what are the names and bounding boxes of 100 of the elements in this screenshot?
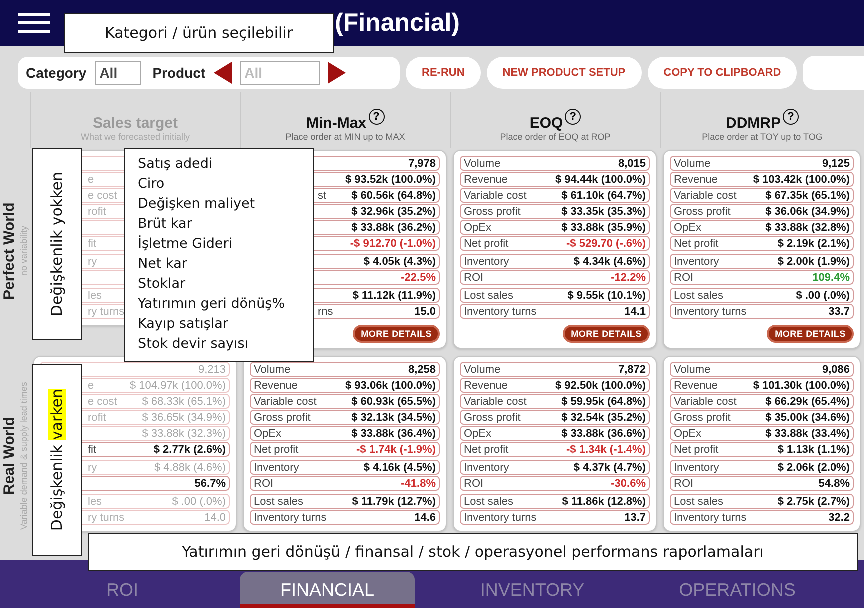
metric-value: $ 61.10k (64.7%)	[562, 190, 646, 202]
metric-value: $ 2.00k (1.9%)	[778, 256, 850, 268]
metric-value: $ 4.34k (4.6%)	[574, 256, 646, 268]
metric-label: ROI	[254, 478, 274, 490]
metric-value: -$ 529.70 (-.6%)	[566, 238, 646, 250]
scenario-title: Perfect World	[1, 202, 18, 300]
metric-label: Inventory	[674, 256, 720, 268]
metric-value: $ 2.77k (2.6%)	[154, 444, 226, 456]
metric-value: 33.7	[828, 306, 850, 318]
toolbar-button[interactable]: COPY TO CLIPBOARD	[648, 57, 798, 89]
more-details-button[interactable]: MORE DETAILS	[353, 325, 440, 343]
metric-name: Kayıp satışlar	[138, 315, 230, 334]
product-field[interactable]: All	[240, 61, 320, 85]
metric-value: 14.0	[204, 512, 226, 524]
metric-value: $ 104.97k (100.0%)	[130, 380, 226, 392]
more-details-button[interactable]: MORE DETAILS	[563, 325, 650, 343]
menu-icon[interactable]	[18, 13, 50, 33]
metric-value: -$ 1.34k (-1.4%)	[566, 444, 646, 456]
metric-value: -41.8%	[401, 478, 436, 490]
metric-value: $ 33.88k (33.4%)	[766, 428, 850, 440]
help-icon[interactable]: ?	[368, 109, 384, 125]
metric-name: Ciro	[138, 175, 166, 194]
metric-label: Variable cost	[674, 190, 737, 202]
annotation-callout: Kategori / ürün seçilebilir	[64, 13, 334, 53]
metric-value: 15.0	[414, 306, 436, 318]
metric-label: Gross profit	[674, 412, 731, 424]
metric-name: Satış adedi	[138, 155, 214, 174]
metric-value: $ 9.55k (10.1%)	[568, 290, 646, 302]
metric-value: 9,086	[822, 364, 850, 376]
column-subtitle: Place order at TOY up to TOG	[702, 132, 823, 142]
metric-value: 7,978	[408, 158, 436, 170]
metric-value: -12.2%	[611, 272, 646, 284]
page-title: (Financial)	[335, 8, 460, 38]
metric-label: e	[87, 380, 94, 392]
metric-value: 7,872	[618, 364, 646, 376]
metric-value: 9,125	[822, 158, 850, 170]
metric-label: Volume	[674, 364, 711, 376]
metric-value: $ 60.93k (65.5%)	[352, 396, 436, 408]
metric-label: Net profit	[674, 238, 719, 250]
metric-value: $ 36.06k (34.9%)	[766, 206, 850, 218]
column-title: Min-Max	[306, 115, 366, 132]
category-field[interactable]: All	[94, 61, 141, 85]
metric-label: Gross profit	[674, 206, 731, 218]
tab[interactable]: FINANCIAL	[240, 572, 415, 608]
toolbar-button[interactable]: NEW PRODUCT SETUP	[486, 57, 642, 89]
metric-value: $ 68.33k (65.1%)	[142, 396, 226, 408]
metric-value: $ 103.42k (100.0%)	[753, 174, 850, 186]
metric-value: $ 33.88k (36.4%)	[352, 428, 436, 440]
metric-label: Lost sales	[464, 290, 514, 302]
metric-label: Revenue	[464, 174, 508, 186]
metric-value: 8,258	[408, 364, 436, 376]
metric-label: Lost sales	[464, 496, 514, 508]
metric-label: Inventory	[464, 462, 510, 474]
metric-name: Değişken maliyet	[138, 195, 256, 214]
metric-value: -$ 912.70 (-1.0%)	[350, 238, 436, 250]
left-arrow-icon[interactable]	[214, 62, 232, 84]
metric-label: Inventory turns	[254, 512, 327, 524]
metric-value: $ 33.88k (35.9%)	[562, 222, 646, 234]
metric-label: Variable cost	[464, 190, 527, 202]
metric-label: Volume	[464, 158, 501, 170]
metric-value: $ 101.30k (100.0%)	[753, 380, 850, 392]
metric-value: $ 33.88k (36.6%)	[562, 428, 646, 440]
right-arrow-icon[interactable]	[328, 62, 346, 84]
metric-label: Variable cost	[464, 396, 527, 408]
metric-label: Volume	[254, 364, 291, 376]
metric-label: OpEx	[674, 222, 702, 234]
metric-value: 56.7%	[194, 478, 226, 490]
metric-label: Net profit	[254, 444, 299, 456]
category-label: Category	[26, 65, 87, 81]
metric-label: Gross profit	[254, 412, 311, 424]
metric-value: -30.6%	[611, 478, 646, 490]
column-subtitle: Place order at MIN up to MAX	[286, 132, 406, 142]
metric-label: Inventory turns	[674, 306, 747, 318]
metric-value: $ .00 (.0%)	[172, 496, 226, 508]
metric-value: 13.7	[624, 512, 646, 524]
metric-value: 32.2	[828, 512, 850, 524]
more-details-button[interactable]: MORE DETAILS	[767, 325, 854, 343]
help-icon[interactable]: ?	[783, 109, 799, 125]
metric-label: st	[317, 190, 327, 202]
metric-name: İşletme Gideri	[138, 234, 234, 254]
metric-value: $ .00 (.0%)	[796, 290, 850, 302]
metric-label: Revenue	[464, 380, 508, 392]
metric-label: ROI	[464, 272, 484, 284]
toolbar-button[interactable]: RE-RUN	[406, 57, 481, 89]
metric-label: Inventory turns	[464, 512, 537, 524]
metric-value: $ 33.88k (36.2%)	[352, 222, 436, 234]
metric-name: Stok devir sayısı	[138, 335, 250, 354]
metric-value: 109.4%	[812, 272, 850, 284]
column-title: Sales target	[92, 115, 178, 132]
metric-label: Variable cost	[254, 396, 317, 408]
metric-value: $ 11.79k (12.7%)	[352, 496, 436, 508]
help-icon[interactable]: ?	[565, 109, 582, 125]
metric-value: $ 93.06k (100.0%)	[345, 380, 436, 392]
metric-value: $ 2.06k (2.0%)	[778, 462, 850, 474]
metric-label: ROI	[674, 272, 694, 284]
metric-value: $ 60.56k (64.8%)	[352, 190, 436, 202]
metric-name: Brüt kar	[138, 215, 194, 234]
metric-label: ROI	[464, 478, 484, 490]
column-title: EOQ	[530, 115, 564, 132]
metric-value: $ 35.00k (34.6%)	[766, 412, 850, 424]
